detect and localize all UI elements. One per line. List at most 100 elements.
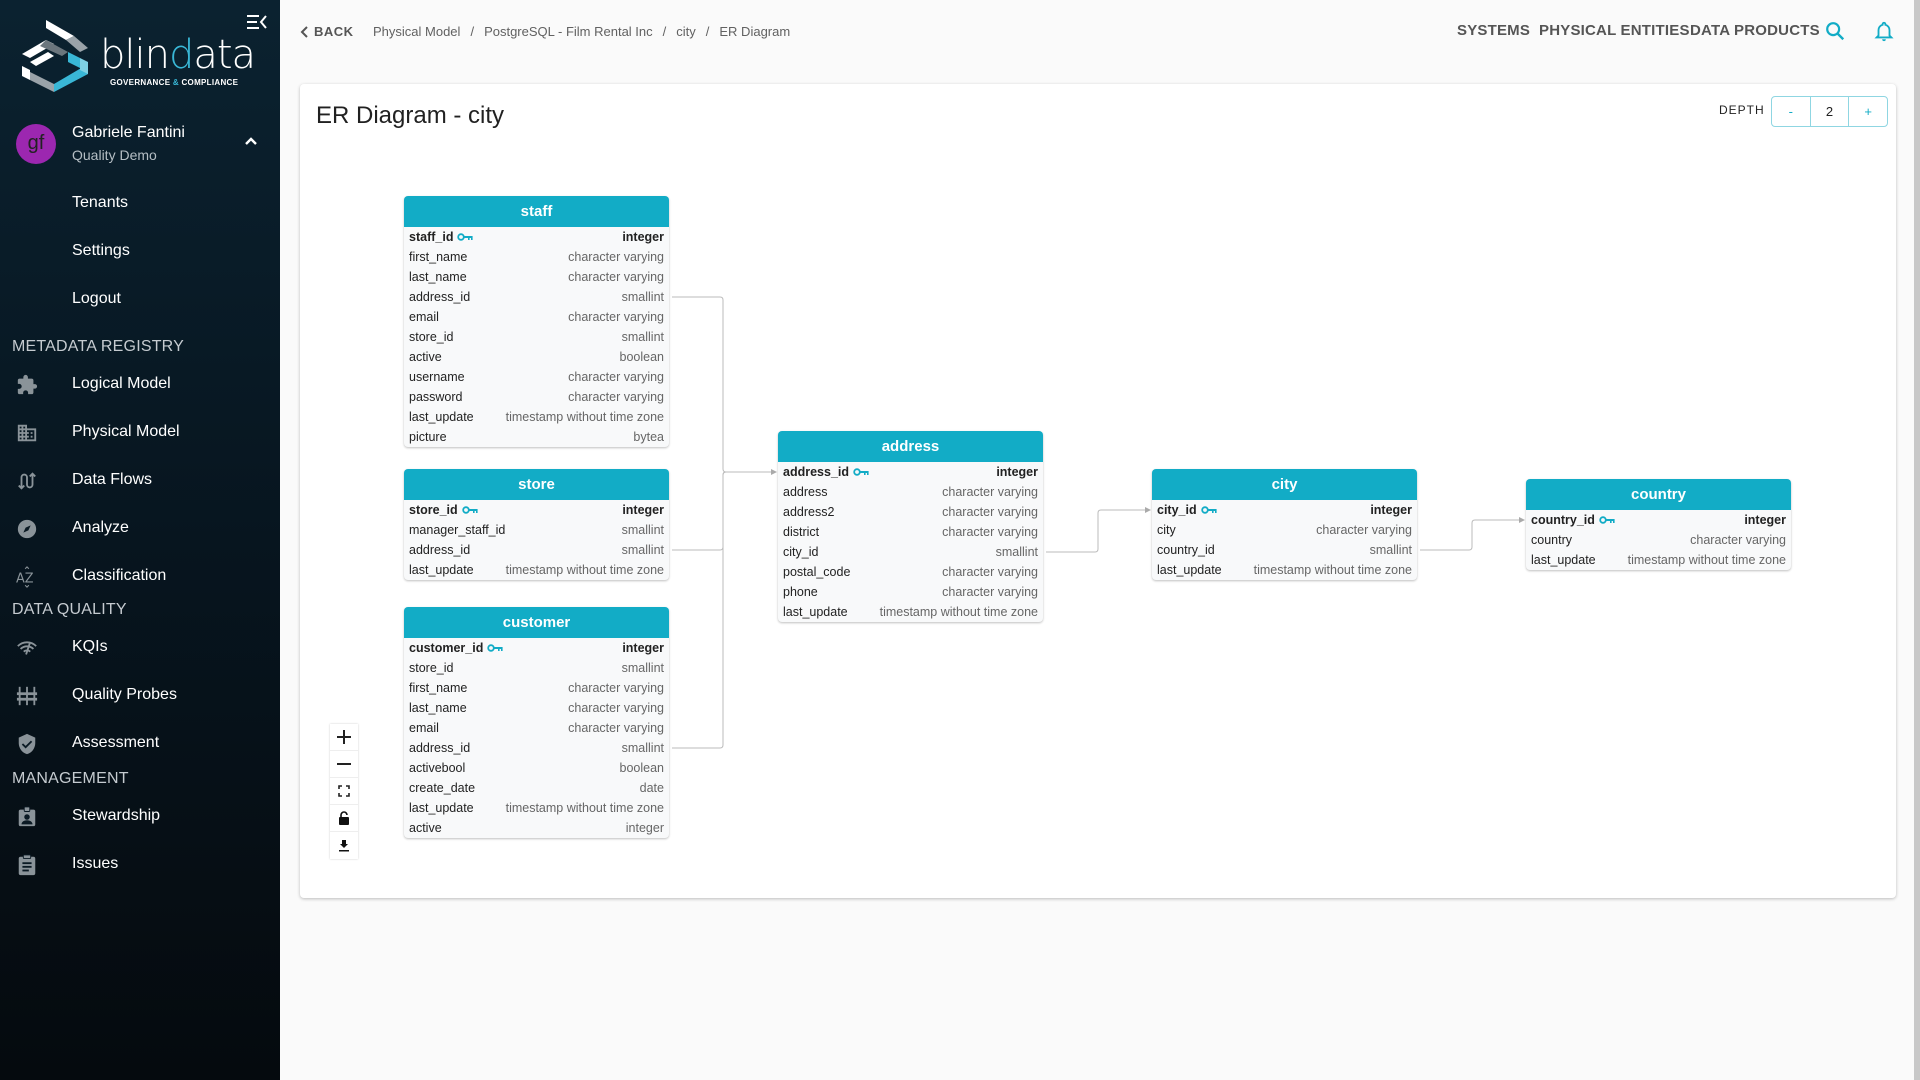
er-column-row[interactable]: email character varying bbox=[404, 307, 669, 327]
er-table-header: address bbox=[778, 431, 1043, 462]
badge-icon bbox=[18, 806, 36, 827]
back-button[interactable]: BACK bbox=[300, 24, 354, 39]
sidebar-item-stewardship[interactable]: Stewardship bbox=[0, 796, 280, 836]
er-column-row[interactable]: first_name character varying bbox=[404, 247, 669, 267]
er-column-row[interactable]: picture bytea bbox=[404, 427, 669, 447]
er-column-row[interactable]: country character varying bbox=[1526, 530, 1791, 550]
zoom-out-button[interactable] bbox=[330, 751, 358, 778]
er-column-row[interactable]: password character varying bbox=[404, 387, 669, 407]
er-column-row[interactable]: store_id integer bbox=[404, 500, 669, 520]
blindata-logo[interactable]: blindata GOVERNANCE & COMPLIANCE bbox=[18, 18, 256, 98]
er-column-row[interactable]: activebool boolean bbox=[404, 758, 669, 778]
er-column-row[interactable]: staff_id integer bbox=[404, 227, 669, 247]
user-menu-toggle[interactable]: gf Gabriele Fantini Quality Demo bbox=[16, 122, 266, 172]
menu-item-tenants[interactable]: Tenants bbox=[72, 194, 128, 212]
menu-item-logout[interactable]: Logout bbox=[72, 290, 121, 308]
er-table-city[interactable]: city city_id integer city character varying c… bbox=[1152, 469, 1417, 580]
er-column-row[interactable]: create_date date bbox=[404, 778, 669, 798]
er-table-staff[interactable]: staff staff_id integer first_name character … bbox=[404, 196, 669, 447]
column-type: character varying bbox=[568, 370, 664, 384]
er-column-row[interactable]: address_id integer bbox=[778, 462, 1043, 482]
sidebar-item-logical-model[interactable]: Logical Model bbox=[0, 364, 280, 404]
column-name: city bbox=[1157, 523, 1176, 537]
er-column-row[interactable]: postal_code character varying bbox=[778, 562, 1043, 582]
er-column-row[interactable]: last_update timestamp without time zone bbox=[778, 602, 1043, 622]
er-column-row[interactable]: last_update timestamp without time zone bbox=[404, 560, 669, 580]
sidebar-item-analyze[interactable]: Analyze bbox=[0, 508, 280, 548]
er-column-row[interactable]: address2 character varying bbox=[778, 502, 1043, 522]
back-label: BACK bbox=[314, 24, 354, 39]
er-column-row[interactable]: district character varying bbox=[778, 522, 1043, 542]
er-column-row[interactable]: city character varying bbox=[1152, 520, 1417, 540]
notifications-bell-icon[interactable] bbox=[1873, 20, 1895, 42]
sidebar-item-data-flows[interactable]: Data Flows bbox=[0, 460, 280, 500]
sidebar-item-issues[interactable]: Issues bbox=[0, 844, 280, 884]
avatar: gf bbox=[16, 124, 56, 164]
er-column-row[interactable]: username character varying bbox=[404, 367, 669, 387]
er-column-row[interactable]: last_update timestamp without time zone bbox=[404, 407, 669, 427]
menu-item-settings[interactable]: Settings bbox=[72, 242, 130, 260]
er-table-header: store bbox=[404, 469, 669, 500]
breadcrumb-entity[interactable]: city bbox=[676, 24, 696, 39]
fit-view-button[interactable] bbox=[330, 778, 358, 805]
breadcrumb-physical-model[interactable]: Physical Model bbox=[373, 24, 460, 39]
er-column-row[interactable]: address_id smallint bbox=[404, 287, 669, 307]
er-column-row[interactable]: last_name character varying bbox=[404, 267, 669, 287]
zoom-in-button[interactable] bbox=[330, 724, 358, 751]
er-column-row[interactable]: last_update timestamp without time zone bbox=[1152, 560, 1417, 580]
er-column-row[interactable]: active integer bbox=[404, 818, 669, 838]
nav-physical-entities[interactable]: PHYSICAL ENTITIES bbox=[1539, 22, 1690, 39]
er-table-country[interactable]: country country_id integer country character… bbox=[1526, 479, 1791, 570]
er-column-row[interactable]: city_id smallint bbox=[778, 542, 1043, 562]
er-column-row[interactable]: address_id smallint bbox=[404, 540, 669, 560]
er-column-row[interactable]: last_update timestamp without time zone bbox=[404, 798, 669, 818]
er-column-row[interactable]: store_id smallint bbox=[404, 658, 669, 678]
er-column-row[interactable]: store_id smallint bbox=[404, 327, 669, 347]
er-column-row[interactable]: customer_id integer bbox=[404, 638, 669, 658]
sidebar-item-label: KQIs bbox=[72, 638, 108, 655]
sidebar-item-physical-model[interactable]: Physical Model bbox=[0, 412, 280, 452]
er-column-row[interactable]: last_name character varying bbox=[404, 698, 669, 718]
er-table-store[interactable]: store store_id integer manager_staff_id smal… bbox=[404, 469, 669, 580]
depth-increase-button[interactable]: + bbox=[1849, 97, 1887, 126]
column-name: address_id bbox=[409, 543, 471, 557]
er-column-row[interactable]: address character varying bbox=[778, 482, 1043, 502]
column-type: timestamp without time zone bbox=[1627, 553, 1786, 567]
er-column-row[interactable]: last_update timestamp without time zone bbox=[1526, 550, 1791, 570]
download-icon bbox=[339, 839, 349, 851]
er-column-row[interactable]: manager_staff_id smallint bbox=[404, 520, 669, 540]
lock-button[interactable] bbox=[330, 805, 358, 832]
search-icon[interactable] bbox=[1824, 20, 1846, 42]
er-column-row[interactable]: phone character varying bbox=[778, 582, 1043, 602]
er-column-row[interactable]: first_name character varying bbox=[404, 678, 669, 698]
er-column-row[interactable]: address_id smallint bbox=[404, 738, 669, 758]
nav-systems[interactable]: SYSTEMS bbox=[1457, 22, 1530, 39]
nav-data-products[interactable]: DATA PRODUCTS bbox=[1690, 22, 1820, 39]
er-column-row[interactable]: city_id integer bbox=[1152, 500, 1417, 520]
sidebar-item-assessment[interactable]: Assessment bbox=[0, 723, 280, 763]
primary-key-icon bbox=[461, 506, 478, 514]
depth-decrease-button[interactable]: - bbox=[1772, 97, 1810, 126]
sort-az-icon: AZ bbox=[16, 566, 34, 588]
breadcrumb-system[interactable]: PostgreSQL - Film Rental Inc bbox=[484, 24, 653, 39]
er-column-row[interactable]: active boolean bbox=[404, 347, 669, 367]
er-table-customer[interactable]: customer customer_id integer store_id smalli… bbox=[404, 607, 669, 838]
sidebar-item-label: Data Flows bbox=[72, 471, 153, 488]
download-button[interactable] bbox=[330, 832, 358, 859]
er-column-row[interactable]: email character varying bbox=[404, 718, 669, 738]
sidebar-item-classification[interactable]: AZ Classification bbox=[0, 556, 280, 596]
er-column-row[interactable]: country_id integer bbox=[1526, 510, 1791, 530]
column-name: first_name bbox=[409, 681, 468, 695]
er-table-address[interactable]: address address_id integer address character… bbox=[778, 431, 1043, 622]
column-type: character varying bbox=[1690, 533, 1786, 547]
fit-view-icon bbox=[338, 785, 350, 797]
er-column-row[interactable]: country_id smallint bbox=[1152, 540, 1417, 560]
logo-wordmark: blindata bbox=[100, 32, 256, 78]
collapse-sidebar-button[interactable] bbox=[246, 12, 268, 32]
page-scrollbar[interactable] bbox=[1914, 0, 1920, 1080]
sidebar-item-quality-probes[interactable]: Quality Probes bbox=[0, 675, 280, 715]
column-name: city_id bbox=[1157, 500, 1217, 520]
network-check-icon bbox=[17, 641, 37, 655]
sidebar-item-kqis[interactable]: KQIs bbox=[0, 627, 280, 667]
column-name: first_name bbox=[409, 250, 468, 264]
